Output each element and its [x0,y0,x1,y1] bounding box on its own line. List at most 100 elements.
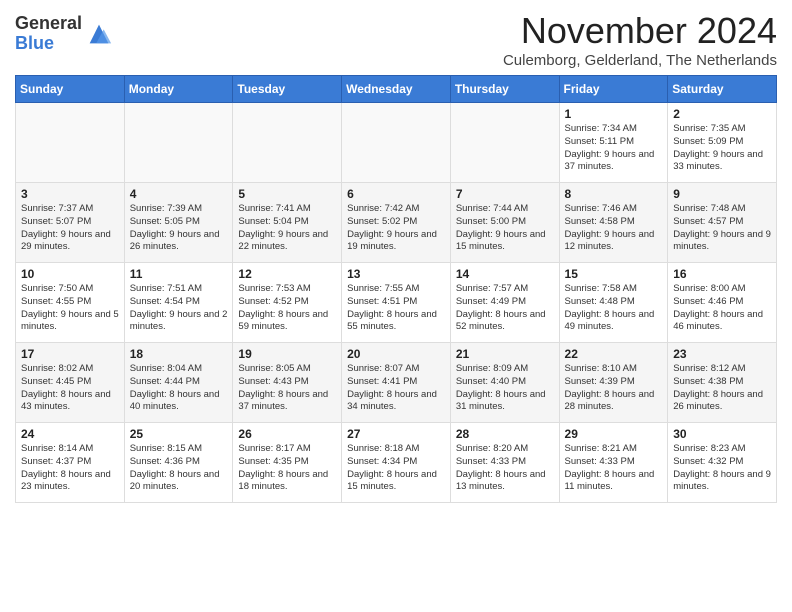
day-number: 23 [673,347,771,361]
day-info: Sunrise: 7:55 AM Sunset: 4:51 PM Dayligh… [347,283,445,334]
calendar-cell: 22 Sunrise: 8:10 AM Sunset: 4:39 PM Dayli… [559,343,668,423]
calendar-cell: 5Sunrise: 7:41 AM Sunset: 5:04 PM Daylig… [233,183,342,263]
day-info: Sunrise: 7:50 AM Sunset: 4:55 PM Dayligh… [21,283,119,334]
calendar-cell: 26Sunrise: 8:17 AM Sunset: 4:35 PM Dayli… [233,423,342,503]
day-info: Sunrise: 7:53 AM Sunset: 4:52 PM Dayligh… [238,283,336,334]
logo-icon [85,20,113,48]
calendar-cell: 14 Sunrise: 7:57 AM Sunset: 4:49 PM Dayli… [450,263,559,343]
calendar-cell: 9 Sunrise: 7:48 AM Sunset: 4:57 PM Daylig… [668,183,777,263]
header: General Blue November 2024 Culemborg, Ge… [15,10,777,69]
weekday-friday: Friday [559,76,668,103]
day-number: 19 [238,347,336,361]
calendar-cell [233,103,342,183]
day-number: 7 [456,187,554,201]
day-info: Sunrise: 8:04 AM Sunset: 4:44 PM Dayligh… [130,363,228,414]
day-info: Sunrise: 7:57 AM Sunset: 4:49 PM Dayligh… [456,283,554,334]
title-area: November 2024 Culemborg, Gelderland, The… [503,10,777,69]
day-number: 10 [21,267,119,281]
day-info: Sunrise: 7:42 AM Sunset: 5:02 PM Dayligh… [347,203,445,254]
calendar-cell: 15 Sunrise: 7:58 AM Sunset: 4:48 PM Dayli… [559,263,668,343]
day-number: 27 [347,427,445,441]
day-number: 22 [565,347,663,361]
day-info: Sunrise: 7:58 AM Sunset: 4:48 PM Dayligh… [565,283,663,334]
day-info: Sunrise: 8:15 AM Sunset: 4:36 PM Dayligh… [130,443,228,494]
calendar-cell: 3 Sunrise: 7:37 AM Sunset: 5:07 PM Daylig… [16,183,125,263]
weekday-header-row: SundayMondayTuesdayWednesdayThursdayFrid… [16,76,777,103]
calendar-cell: 21 Sunrise: 8:09 AM Sunset: 4:40 PM Dayli… [450,343,559,423]
day-info: Sunrise: 8:20 AM Sunset: 4:33 PM Dayligh… [456,443,554,494]
calendar-cell: 7 Sunrise: 7:44 AM Sunset: 5:00 PM Daylig… [450,183,559,263]
day-number: 20 [347,347,445,361]
calendar-cell: 13Sunrise: 7:55 AM Sunset: 4:51 PM Dayli… [342,263,451,343]
day-number: 15 [565,267,663,281]
calendar-week-5: 24 Sunrise: 8:14 AM Sunset: 4:37 PM Dayli… [16,423,777,503]
calendar-cell: 24 Sunrise: 8:14 AM Sunset: 4:37 PM Dayli… [16,423,125,503]
calendar-cell: 11 Sunrise: 7:51 AM Sunset: 4:54 PM Dayli… [124,263,233,343]
weekday-sunday: Sunday [16,76,125,103]
day-info: Sunrise: 8:14 AM Sunset: 4:37 PM Dayligh… [21,443,119,494]
calendar-cell [450,103,559,183]
month-title: November 2024 [503,10,777,52]
day-info: Sunrise: 7:37 AM Sunset: 5:07 PM Dayligh… [21,203,119,254]
day-number: 24 [21,427,119,441]
day-number: 9 [673,187,771,201]
calendar-cell [342,103,451,183]
day-info: Sunrise: 8:21 AM Sunset: 4:33 PM Dayligh… [565,443,663,494]
day-number: 28 [456,427,554,441]
day-number: 12 [238,267,336,281]
logo-blue: Blue [15,34,82,54]
day-info: Sunrise: 8:18 AM Sunset: 4:34 PM Dayligh… [347,443,445,494]
calendar-cell: 30Sunrise: 8:23 AM Sunset: 4:32 PM Dayli… [668,423,777,503]
calendar-cell: 27 Sunrise: 8:18 AM Sunset: 4:34 PM Dayli… [342,423,451,503]
calendar-week-4: 17Sunrise: 8:02 AM Sunset: 4:45 PM Dayli… [16,343,777,423]
day-number: 11 [130,267,228,281]
day-info: Sunrise: 8:00 AM Sunset: 4:46 PM Dayligh… [673,283,771,334]
day-number: 8 [565,187,663,201]
calendar-cell: 2 Sunrise: 7:35 AM Sunset: 5:09 PM Daylig… [668,103,777,183]
day-number: 3 [21,187,119,201]
calendar-week-1: 1 Sunrise: 7:34 AM Sunset: 5:11 PM Daylig… [16,103,777,183]
day-info: Sunrise: 7:41 AM Sunset: 5:04 PM Dayligh… [238,203,336,254]
day-number: 29 [565,427,663,441]
location-subtitle: Culemborg, Gelderland, The Netherlands [503,52,777,69]
calendar-cell: 18 Sunrise: 8:04 AM Sunset: 4:44 PM Dayli… [124,343,233,423]
calendar-cell: 23 Sunrise: 8:12 AM Sunset: 4:38 PM Dayli… [668,343,777,423]
calendar-cell: 20Sunrise: 8:07 AM Sunset: 4:41 PM Dayli… [342,343,451,423]
day-number: 18 [130,347,228,361]
calendar-cell [124,103,233,183]
calendar-cell: 1 Sunrise: 7:34 AM Sunset: 5:11 PM Daylig… [559,103,668,183]
calendar-cell: 19Sunrise: 8:05 AM Sunset: 4:43 PM Dayli… [233,343,342,423]
calendar-table: SundayMondayTuesdayWednesdayThursdayFrid… [15,75,777,503]
calendar-cell: 10 Sunrise: 7:50 AM Sunset: 4:55 PM Dayli… [16,263,125,343]
day-info: Sunrise: 7:44 AM Sunset: 5:00 PM Dayligh… [456,203,554,254]
calendar-cell: 12 Sunrise: 7:53 AM Sunset: 4:52 PM Dayli… [233,263,342,343]
calendar-cell: 28 Sunrise: 8:20 AM Sunset: 4:33 PM Dayli… [450,423,559,503]
calendar-cell: 4Sunrise: 7:39 AM Sunset: 5:05 PM Daylig… [124,183,233,263]
calendar-cell: 25Sunrise: 8:15 AM Sunset: 4:36 PM Dayli… [124,423,233,503]
weekday-saturday: Saturday [668,76,777,103]
day-info: Sunrise: 7:35 AM Sunset: 5:09 PM Dayligh… [673,123,771,174]
day-info: Sunrise: 7:48 AM Sunset: 4:57 PM Dayligh… [673,203,771,254]
day-number: 16 [673,267,771,281]
day-number: 4 [130,187,228,201]
day-number: 21 [456,347,554,361]
day-info: Sunrise: 8:10 AM Sunset: 4:39 PM Dayligh… [565,363,663,414]
logo: General Blue [15,14,113,54]
day-number: 2 [673,107,771,121]
weekday-tuesday: Tuesday [233,76,342,103]
day-number: 6 [347,187,445,201]
day-info: Sunrise: 7:51 AM Sunset: 4:54 PM Dayligh… [130,283,228,334]
day-info: Sunrise: 8:09 AM Sunset: 4:40 PM Dayligh… [456,363,554,414]
day-number: 26 [238,427,336,441]
calendar-cell: 29 Sunrise: 8:21 AM Sunset: 4:33 PM Dayli… [559,423,668,503]
weekday-wednesday: Wednesday [342,76,451,103]
day-info: Sunrise: 7:34 AM Sunset: 5:11 PM Dayligh… [565,123,663,174]
calendar-cell [16,103,125,183]
day-number: 14 [456,267,554,281]
calendar-cell: 16 Sunrise: 8:00 AM Sunset: 4:46 PM Dayli… [668,263,777,343]
day-info: Sunrise: 8:02 AM Sunset: 4:45 PM Dayligh… [21,363,119,414]
day-info: Sunrise: 8:12 AM Sunset: 4:38 PM Dayligh… [673,363,771,414]
day-number: 1 [565,107,663,121]
day-info: Sunrise: 7:46 AM Sunset: 4:58 PM Dayligh… [565,203,663,254]
calendar-cell: 6 Sunrise: 7:42 AM Sunset: 5:02 PM Daylig… [342,183,451,263]
